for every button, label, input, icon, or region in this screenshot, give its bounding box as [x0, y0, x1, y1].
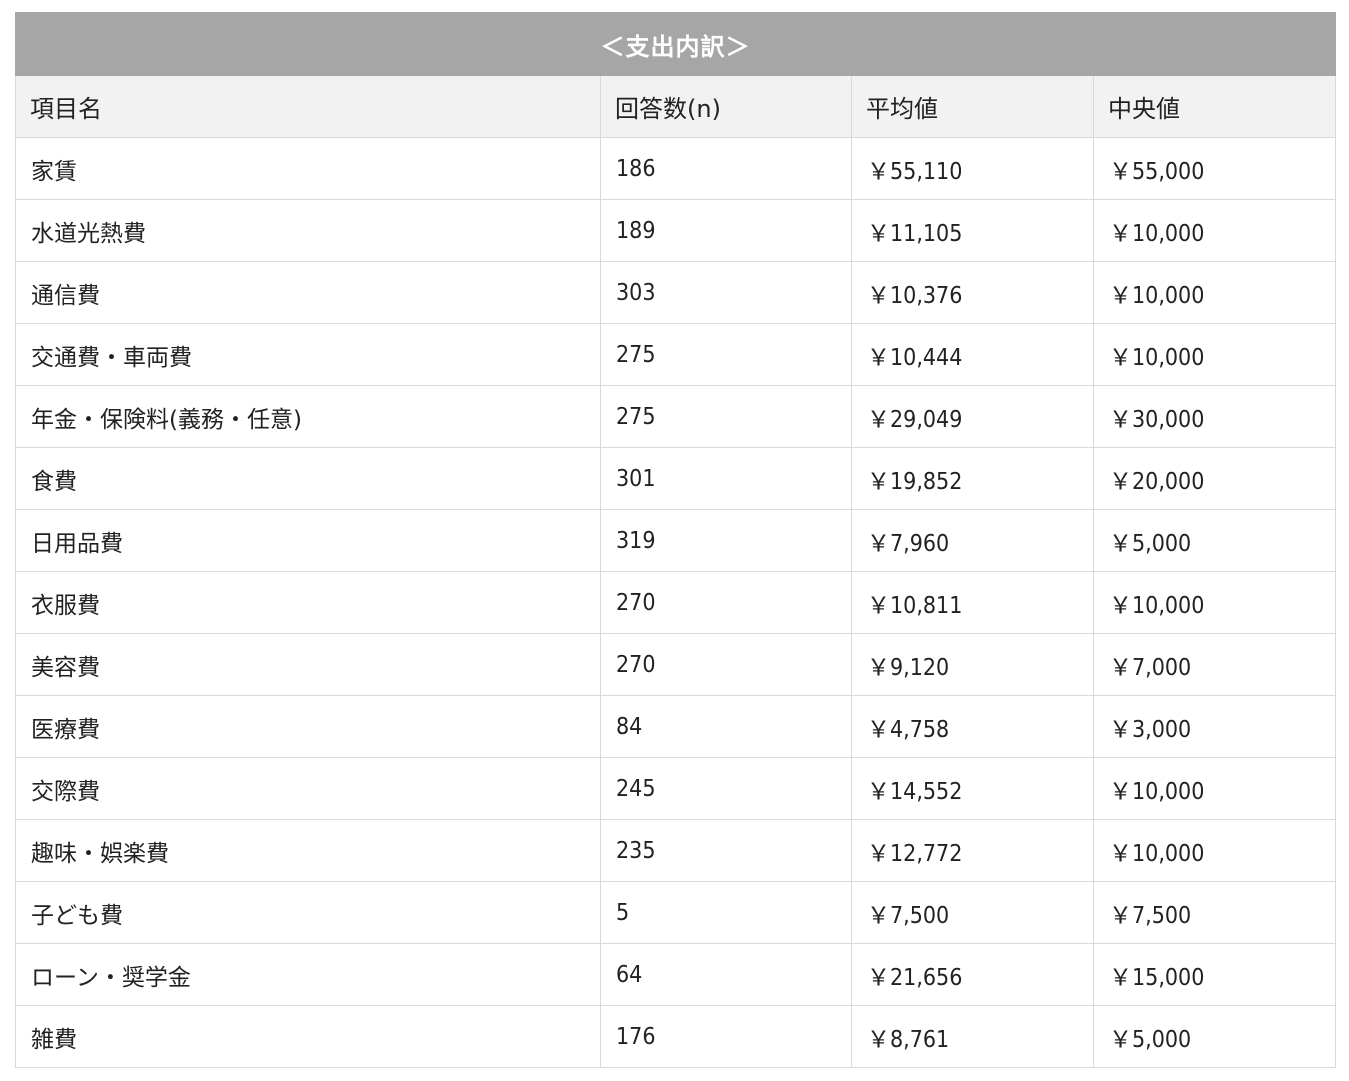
table-row: 家賃 186 ￥55,110 ￥55,000	[15, 137, 1336, 200]
cell-mean: ￥29,049	[851, 385, 1094, 448]
cell-response-count: 303	[600, 261, 852, 324]
cell-item-name: 医療費	[15, 695, 601, 758]
cell-item-name: 年金・保険料(義務・任意)	[15, 385, 601, 448]
cell-mean: ￥11,105	[851, 199, 1094, 262]
cell-mean: ￥19,852	[851, 447, 1094, 510]
header-item-name: 項目名	[15, 75, 601, 138]
cell-item-name: 家賃	[15, 137, 601, 200]
table-title: ＜支出内訳＞	[15, 12, 1336, 76]
cell-item-name: 雑費	[15, 1005, 601, 1068]
cell-item-name: 交際費	[15, 757, 601, 820]
cell-response-count: 176	[600, 1005, 852, 1068]
cell-response-count: 319	[600, 509, 852, 572]
cell-item-name: 子ども費	[15, 881, 601, 944]
table-row: 水道光熱費 189 ￥11,105 ￥10,000	[15, 199, 1336, 262]
header-response-count: 回答数(n)	[600, 75, 852, 138]
cell-response-count: 5	[600, 881, 852, 944]
table-row: 年金・保険料(義務・任意) 275 ￥29,049 ￥30,000	[15, 385, 1336, 448]
cell-item-name: ローン・奨学金	[15, 943, 601, 1006]
cell-item-name: 通信費	[15, 261, 601, 324]
cell-median: ￥15,000	[1093, 943, 1336, 1006]
cell-median: ￥10,000	[1093, 261, 1336, 324]
cell-mean: ￥10,444	[851, 323, 1094, 386]
cell-response-count: 270	[600, 571, 852, 634]
cell-mean: ￥7,500	[851, 881, 1094, 944]
table-row: 雑費 176 ￥8,761 ￥5,000	[15, 1005, 1336, 1068]
cell-mean: ￥12,772	[851, 819, 1094, 882]
cell-response-count: 275	[600, 385, 852, 448]
cell-response-count: 245	[600, 757, 852, 820]
cell-mean: ￥14,552	[851, 757, 1094, 820]
cell-item-name: 衣服費	[15, 571, 601, 634]
table-title-row: ＜支出内訳＞	[15, 12, 1336, 76]
cell-median: ￥10,000	[1093, 199, 1336, 262]
cell-median: ￥10,000	[1093, 757, 1336, 820]
cell-median: ￥55,000	[1093, 137, 1336, 200]
cell-response-count: 235	[600, 819, 852, 882]
table-row: 医療費 84 ￥4,758 ￥3,000	[15, 695, 1336, 758]
cell-item-name: 日用品費	[15, 509, 601, 572]
table-row: 衣服費 270 ￥10,811 ￥10,000	[15, 571, 1336, 634]
table-header-row: 項目名 回答数(n) 平均値 中央値	[15, 75, 1336, 138]
cell-median: ￥10,000	[1093, 819, 1336, 882]
cell-response-count: 301	[600, 447, 852, 510]
cell-mean: ￥21,656	[851, 943, 1094, 1006]
cell-median: ￥5,000	[1093, 509, 1336, 572]
cell-response-count: 270	[600, 633, 852, 696]
table-row: 美容費 270 ￥9,120 ￥7,000	[15, 633, 1336, 696]
expense-table-container: ＜支出内訳＞ 項目名 回答数(n) 平均値 中央値 家賃 186 ￥55,110 ￥5…	[15, 12, 1336, 1068]
cell-median: ￥7,500	[1093, 881, 1336, 944]
cell-item-name: 水道光熱費	[15, 199, 601, 262]
header-mean: 平均値	[851, 75, 1094, 138]
cell-mean: ￥10,376	[851, 261, 1094, 324]
table-body: 家賃 186 ￥55,110 ￥55,000 水道光熱費 189 ￥11,105 ￥10,00…	[15, 137, 1336, 1068]
cell-response-count: 84	[600, 695, 852, 758]
table-row: 交際費 245 ￥14,552 ￥10,000	[15, 757, 1336, 820]
expense-breakdown-table: ＜支出内訳＞ 項目名 回答数(n) 平均値 中央値 家賃 186 ￥55,110 ￥5…	[15, 12, 1336, 1068]
cell-median: ￥10,000	[1093, 571, 1336, 634]
cell-median: ￥20,000	[1093, 447, 1336, 510]
table-row: 通信費 303 ￥10,376 ￥10,000	[15, 261, 1336, 324]
cell-median: ￥3,000	[1093, 695, 1336, 758]
header-median: 中央値	[1093, 75, 1336, 138]
table-row: 日用品費 319 ￥7,960 ￥5,000	[15, 509, 1336, 572]
table-row: 交通費・車両費 275 ￥10,444 ￥10,000	[15, 323, 1336, 386]
cell-item-name: 美容費	[15, 633, 601, 696]
cell-response-count: 186	[600, 137, 852, 200]
cell-mean: ￥10,811	[851, 571, 1094, 634]
cell-mean: ￥55,110	[851, 137, 1094, 200]
cell-median: ￥10,000	[1093, 323, 1336, 386]
cell-response-count: 64	[600, 943, 852, 1006]
cell-median: ￥5,000	[1093, 1005, 1336, 1068]
cell-item-name: 食費	[15, 447, 601, 510]
cell-response-count: 189	[600, 199, 852, 262]
cell-median: ￥30,000	[1093, 385, 1336, 448]
cell-median: ￥7,000	[1093, 633, 1336, 696]
table-row: 子ども費 5 ￥7,500 ￥7,500	[15, 881, 1336, 944]
cell-mean: ￥4,758	[851, 695, 1094, 758]
table-row: 食費 301 ￥19,852 ￥20,000	[15, 447, 1336, 510]
cell-mean: ￥9,120	[851, 633, 1094, 696]
cell-mean: ￥7,960	[851, 509, 1094, 572]
cell-mean: ￥8,761	[851, 1005, 1094, 1068]
cell-response-count: 275	[600, 323, 852, 386]
table-row: ローン・奨学金 64 ￥21,656 ￥15,000	[15, 943, 1336, 1006]
cell-item-name: 交通費・車両費	[15, 323, 601, 386]
cell-item-name: 趣味・娯楽費	[15, 819, 601, 882]
table-row: 趣味・娯楽費 235 ￥12,772 ￥10,000	[15, 819, 1336, 882]
